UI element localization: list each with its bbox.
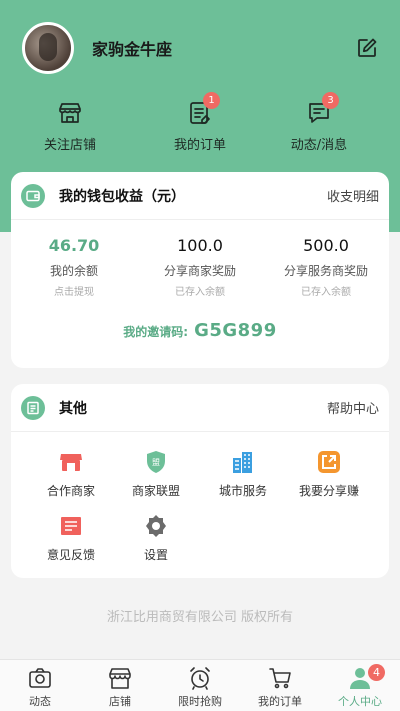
city-building-icon [233,452,252,473]
grid-item-feedback[interactable]: 意见反馈 [24,514,118,563]
stat-name: 我的余额 [49,264,98,278]
wallet-stats: 46.70 我的余额 点击提现 100.0 分享商家奖励 已存入余额 500.0… [11,220,389,298]
other-card-header: 其他 帮助中心 [11,384,389,432]
grid-item-partner-merchants[interactable]: 合作商家 [24,450,118,499]
edit-icon [358,38,377,57]
username: 家驹金牛座 [92,40,173,59]
tab-my-orders[interactable]: 我的订单 [240,660,320,711]
wallet-title: 我的钱包收益（元） [59,188,185,205]
grid-item-label: 设置 [143,548,168,562]
list-doc-icon [21,395,45,420]
tab-shop[interactable]: 店铺 [80,660,160,711]
balance-value: 46.70 [48,236,100,255]
stat-hint: 已存入余额 [301,287,351,298]
grid-item-label: 意见反馈 [46,548,95,562]
help-center-link[interactable]: 帮助中心 [327,398,379,417]
stat-name: 分享商家奖励 [163,264,236,278]
shop-icon [59,103,81,123]
provider-reward-value: 500.0 [303,236,349,255]
quick-link-label: 关注店铺 [43,138,96,153]
share-icon [318,451,340,473]
quick-link-follow-shop[interactable]: 关注店铺 [15,100,125,153]
quick-link-label: 动态/消息 [290,138,348,153]
avatar[interactable] [22,22,74,74]
tab-label: 动态 [29,695,51,708]
wallet-card: 我的钱包收益（元） 收支明细 46.70 我的余额 点击提现 100.0 分享商… [11,172,389,368]
personal-center-badge: 4 [368,664,385,681]
tab-label: 限时抢购 [178,695,222,708]
merchant-reward-stat: 100.0 分享商家奖励 已存入余额 [137,236,263,298]
stat-hint: 已存入余额 [175,287,225,298]
grid-item-label: 我要分享赚 [298,484,359,498]
message-badge: 3 [322,92,339,109]
store-icon [60,454,82,471]
tab-feed[interactable]: 动态 [0,660,80,711]
settings-gear-icon [146,515,166,537]
order-badge: 1 [203,92,220,109]
quick-link-messages[interactable]: 3 动态/消息 [264,92,374,153]
grid-item-city-services[interactable]: 城市服务 [196,450,290,499]
bottom-tab-bar: 动态 店铺 限时抢购 我的订单 4 个人中心 [0,659,400,711]
grid-item-label: 合作商家 [46,484,95,498]
tab-label: 店铺 [109,695,131,708]
edit-profile-button[interactable] [356,37,378,59]
invite-code-label: 我的邀请码: [123,325,189,339]
grid-item-share-earn[interactable]: 我要分享赚 [282,450,376,499]
tab-personal-center[interactable]: 4 个人中心 [320,660,400,711]
other-title: 其他 [59,400,87,417]
tab-flash-sale[interactable]: 限时抢购 [160,660,240,711]
balance-stat[interactable]: 46.70 我的余额 点击提现 [11,236,137,298]
tab-label: 个人中心 [338,695,382,708]
tab-label: 我的订单 [258,695,302,708]
quick-link-label: 我的订单 [173,138,226,153]
other-services-card: 其他 帮助中心 合作商家 盟 商家联盟 城市服务 我要分享赚 意见反馈 设置 [11,384,389,578]
grid-item-label: 商家联盟 [131,484,180,498]
provider-reward-stat: 500.0 分享服务商奖励 已存入余额 [263,236,389,298]
cart-icon [269,668,291,689]
service-grid: 合作商家 盟 商家联盟 城市服务 我要分享赚 意见反馈 设置 [11,432,389,578]
income-expense-detail-link[interactable]: 收支明细 [327,186,379,205]
withdraw-hint: 点击提现 [54,287,94,298]
grid-item-merchant-alliance[interactable]: 盟 商家联盟 [109,450,203,499]
invite-code-value: G5G899 [194,320,277,341]
grid-item-label: 城市服务 [218,484,267,498]
wallet-card-header: 我的钱包收益（元） 收支明细 [11,172,389,220]
alliance-shield-icon: 盟 [147,451,165,473]
merchant-reward-value: 100.0 [177,236,223,255]
camera-icon [29,668,51,688]
wallet-icon [21,183,45,208]
quick-link-my-orders[interactable]: 1 我的订单 [145,92,255,153]
shop-icon [109,668,131,689]
feedback-icon [61,517,81,535]
alarm-clock-icon [190,667,210,690]
invite-code-row[interactable]: 我的邀请码: G5G899 [11,320,389,341]
stat-name: 分享服务商奖励 [283,264,368,278]
copyright-text: 浙江比用商贸有限公司 版权所有 [106,610,294,625]
svg-text:盟: 盟 [152,458,160,467]
grid-item-settings[interactable]: 设置 [109,514,203,563]
